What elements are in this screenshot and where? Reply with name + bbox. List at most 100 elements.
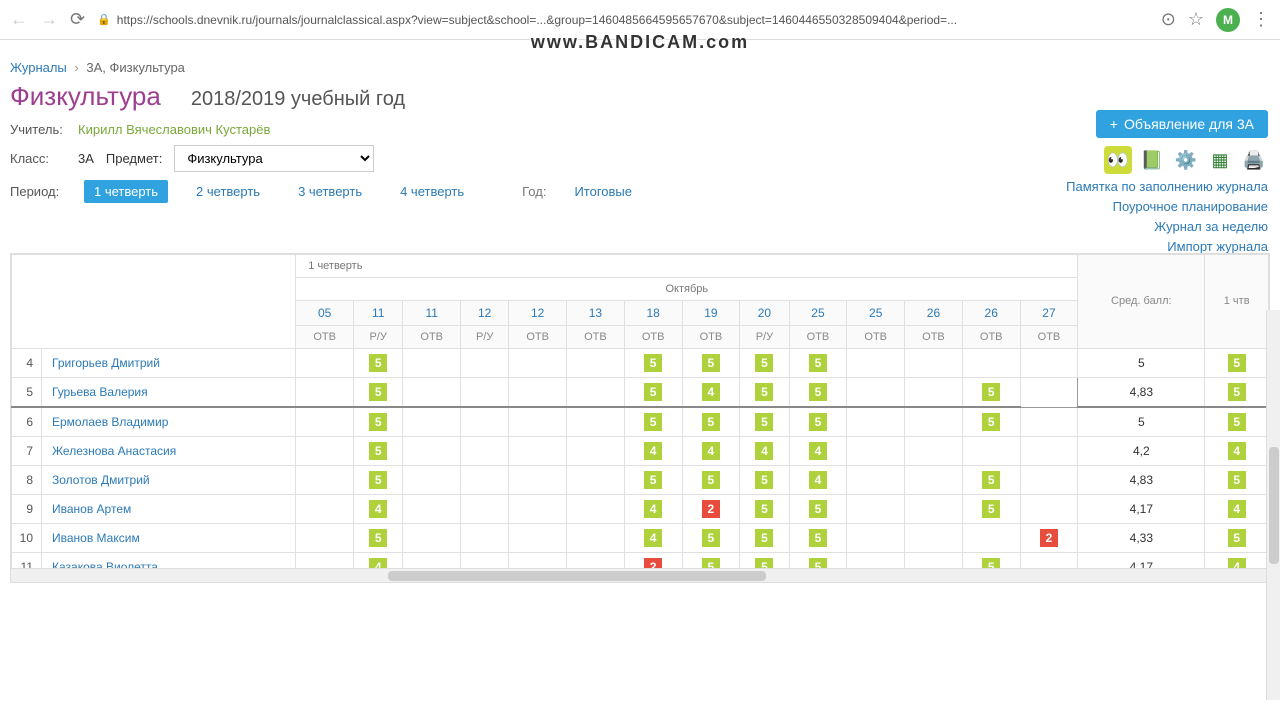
grade-cell[interactable]: [847, 524, 905, 553]
grade-cell[interactable]: 5: [962, 378, 1020, 408]
link-weekly[interactable]: Журнал за неделю: [1066, 219, 1268, 234]
v-scrollbar[interactable]: [1266, 310, 1280, 700]
grade-cell[interactable]: 4: [740, 437, 789, 466]
grade-cell[interactable]: 5: [740, 466, 789, 495]
quarter-grade-cell[interactable]: 5: [1205, 466, 1269, 495]
grade-cell[interactable]: [962, 349, 1020, 378]
grade-cell[interactable]: 5: [354, 466, 403, 495]
grade-cell[interactable]: 5: [354, 378, 403, 408]
day-header[interactable]: 11: [403, 301, 461, 326]
settings-icon[interactable]: ⚙️: [1172, 146, 1200, 174]
day-header[interactable]: 25: [789, 301, 847, 326]
grade-cell[interactable]: [1020, 495, 1078, 524]
day-header[interactable]: 18: [624, 301, 682, 326]
grade-cell[interactable]: [461, 437, 509, 466]
grade-cell[interactable]: [905, 407, 963, 437]
grade-cell[interactable]: 5: [789, 407, 847, 437]
grade-cell[interactable]: 5: [789, 524, 847, 553]
excel-icon[interactable]: ▦: [1206, 146, 1234, 174]
grade-cell[interactable]: 5: [682, 524, 740, 553]
day-header[interactable]: 20: [740, 301, 789, 326]
grade-cell[interactable]: 5: [789, 378, 847, 408]
day-header[interactable]: 19: [682, 301, 740, 326]
day-header[interactable]: 13: [567, 301, 625, 326]
grade-cell[interactable]: 4: [789, 466, 847, 495]
day-header[interactable]: 11: [354, 301, 403, 326]
grade-cell[interactable]: [905, 524, 963, 553]
quarter-grade-cell[interactable]: 5: [1205, 349, 1269, 378]
student-link[interactable]: Гурьева Валерия: [52, 385, 148, 399]
grade-cell[interactable]: [905, 349, 963, 378]
grade-cell[interactable]: [296, 495, 354, 524]
subject-select[interactable]: Физкультура: [174, 145, 374, 172]
link-planning[interactable]: Поурочное планирование: [1066, 199, 1268, 214]
address-bar[interactable]: 🔒 https://schools.dnevnik.ru/journals/jo…: [97, 13, 1149, 27]
grade-cell[interactable]: [847, 437, 905, 466]
grade-cell[interactable]: [1020, 378, 1078, 408]
grade-cell[interactable]: 5: [354, 524, 403, 553]
quarter-grade-cell[interactable]: 4: [1205, 495, 1269, 524]
grade-cell[interactable]: [509, 378, 567, 408]
grade-cell[interactable]: [1020, 407, 1078, 437]
grade-cell[interactable]: 5: [962, 407, 1020, 437]
grade-cell[interactable]: [847, 349, 905, 378]
grade-cell[interactable]: [905, 378, 963, 408]
grade-cell[interactable]: [567, 407, 625, 437]
grade-cell[interactable]: 5: [740, 349, 789, 378]
student-link[interactable]: Ермолаев Владимир: [52, 415, 168, 429]
grade-cell[interactable]: 5: [740, 407, 789, 437]
grade-cell[interactable]: [296, 466, 354, 495]
grade-cell[interactable]: 5: [354, 349, 403, 378]
back-icon[interactable]: ←: [10, 9, 28, 30]
grade-cell[interactable]: [1020, 466, 1078, 495]
grade-cell[interactable]: [509, 349, 567, 378]
grade-cell[interactable]: [509, 437, 567, 466]
grade-cell[interactable]: 5: [624, 407, 682, 437]
grade-cell[interactable]: [403, 349, 461, 378]
grade-cell[interactable]: 5: [740, 378, 789, 408]
grade-cell[interactable]: 5: [682, 466, 740, 495]
grade-cell[interactable]: [461, 466, 509, 495]
star-icon[interactable]: ☆: [1188, 9, 1204, 30]
day-header[interactable]: 05: [296, 301, 354, 326]
grade-cell[interactable]: [962, 524, 1020, 553]
grade-cell[interactable]: [403, 407, 461, 437]
period-tab-3[interactable]: 3 четверть: [288, 180, 372, 203]
period-tab-1[interactable]: 1 четверть: [84, 180, 168, 203]
menu-icon[interactable]: ⋮: [1252, 9, 1270, 30]
grade-cell[interactable]: 4: [682, 437, 740, 466]
breadcrumb-root[interactable]: Журналы: [10, 60, 67, 75]
grade-cell[interactable]: [461, 349, 509, 378]
grade-cell[interactable]: [296, 407, 354, 437]
link-import[interactable]: Импорт журнала: [1066, 239, 1268, 254]
grade-cell[interactable]: [905, 437, 963, 466]
grade-cell[interactable]: [905, 466, 963, 495]
announcement-button[interactable]: + Объявление для 3А: [1096, 110, 1268, 138]
teacher-name[interactable]: Кирилл Вячеславович Кустарёв: [78, 122, 270, 137]
grade-cell[interactable]: [403, 437, 461, 466]
profile-avatar[interactable]: M: [1216, 8, 1240, 32]
grade-cell[interactable]: [567, 524, 625, 553]
quarter-grade-cell[interactable]: 5: [1205, 378, 1269, 408]
grade-cell[interactable]: 5: [962, 495, 1020, 524]
grade-cell[interactable]: [403, 466, 461, 495]
student-link[interactable]: Иванов Артем: [52, 502, 131, 516]
grade-cell[interactable]: [847, 466, 905, 495]
grade-cell[interactable]: 5: [624, 349, 682, 378]
day-header[interactable]: 25: [847, 301, 905, 326]
final-tab[interactable]: Итоговые: [564, 180, 642, 203]
print-icon[interactable]: 🖨️: [1240, 146, 1268, 174]
grade-cell[interactable]: [461, 378, 509, 408]
grade-cell[interactable]: [847, 495, 905, 524]
grade-cell[interactable]: 5: [962, 466, 1020, 495]
grade-cell[interactable]: [567, 495, 625, 524]
grade-cell[interactable]: [296, 437, 354, 466]
grade-cell[interactable]: 5: [354, 437, 403, 466]
grade-cell[interactable]: 4: [789, 437, 847, 466]
grade-cell[interactable]: [403, 495, 461, 524]
grade-cell[interactable]: 5: [740, 524, 789, 553]
grade-cell[interactable]: [509, 407, 567, 437]
student-link[interactable]: Иванов Максим: [52, 531, 140, 545]
emoji-icon[interactable]: 👀: [1104, 146, 1132, 174]
grade-cell[interactable]: 4: [624, 495, 682, 524]
